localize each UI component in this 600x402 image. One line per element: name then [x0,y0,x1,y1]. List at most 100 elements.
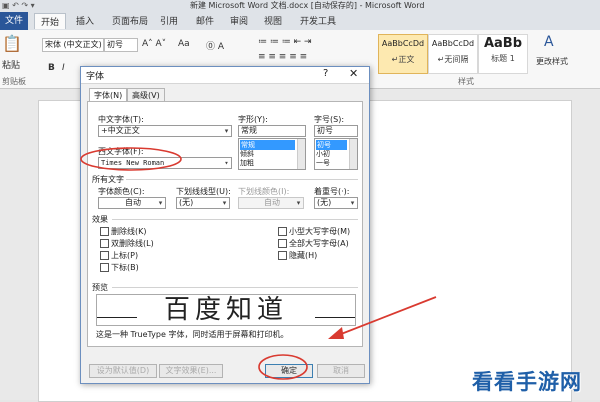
all-caps-label: 全部大写字母(A) [289,239,349,248]
change-case-icon[interactable]: Aa [178,39,190,49]
emphasis-label: 着重号(·): [314,187,350,196]
clipboard-group-label: 剪贴板 [2,77,26,86]
ribbon-tab-bar: 文件 开始 插入 页面布局 引用 邮件 审阅 视图 开发工具 [0,12,600,31]
west-font-label: 西文字体(F): [98,147,144,156]
font-color-select[interactable]: 自动 ▾ [98,197,166,209]
west-font-value: Times New Roman [101,159,165,167]
align-icons[interactable]: ≡ ≡ ≡ ≡ ≡ [258,52,307,62]
list-item[interactable]: 加粗 [240,158,254,168]
style-sample: AaBb [483,36,523,51]
double-strikethrough-checkbox[interactable] [100,239,109,248]
style-name: ↵无间隔 [437,55,469,64]
close-icon[interactable]: ✕ [349,67,358,80]
preview-label: 预览 [92,283,108,292]
preview-box: 百度知道 [96,294,356,326]
grow-font-icon[interactable]: A˄ A˅ [142,39,166,49]
effects-label: 效果 [92,215,108,224]
double-strikethrough-label: 双删除线(L) [111,239,154,248]
tab-review[interactable]: 审阅 [230,14,248,27]
font-color-value: 自动 [125,198,141,207]
divider [126,179,358,180]
underline-color-value: 自动 [264,198,280,207]
subscript-checkbox[interactable] [100,263,109,272]
ok-button[interactable]: 确定 [265,364,313,378]
text-effects-button[interactable]: 文字效果(E)... [159,364,223,378]
italic-button[interactable]: I [62,63,65,73]
all-caps-checkbox[interactable] [278,239,287,248]
underline-type-select[interactable]: (无) ▾ [176,197,230,209]
style-listbox[interactable]: 常规 倾斜 加粗 [238,138,306,170]
chevron-down-icon: ▾ [222,199,227,207]
cancel-button[interactable]: 取消 [317,364,365,378]
underline-color-select: 自动 ▾ [238,197,304,209]
superscript-label: 上标(P) [111,251,139,260]
font-name-box[interactable]: 宋体 (中文正文) [42,38,104,52]
style-label: 字形(Y): [238,115,268,124]
list-item[interactable]: 一号 [316,158,330,168]
dialog-title: 字体 [86,72,105,82]
font-tab-panel: 中文字体(T): +中文正文 ▾ 字形(Y): 常规 常规 倾斜 加粗 字号(S… [87,101,363,347]
cn-font-value: +中文正文 [101,126,140,135]
phonetic-icon[interactable]: ⓪ A [206,39,224,52]
style-sample: AaBbCcDd [431,39,475,48]
hidden-checkbox[interactable] [278,251,287,260]
small-caps-label: 小型大写字母(M) [289,227,351,236]
chevron-down-icon: ▾ [224,159,229,167]
all-text-label: 所有文字 [92,175,124,184]
emphasis-value: (无) [317,198,332,207]
cn-font-label: 中文字体(T): [98,115,144,124]
window-title: 新建 Microsoft Word 文档.docx [自动保存的] - Micr… [190,1,425,10]
scrollbar[interactable] [349,139,357,169]
chevron-down-icon: ▾ [158,199,163,207]
tab-file[interactable]: 文件 [0,12,28,30]
set-default-button[interactable]: 设为默认值(D) [89,364,157,378]
title-bar: ▣ ↶ ↷ ▾ 新建 Microsoft Word 文档.docx [自动保存的… [0,0,600,12]
tab-home[interactable]: 开始 [34,13,67,29]
style-input[interactable]: 常规 [238,125,306,137]
style-heading-1[interactable]: AaBb 标题 1 [478,34,528,74]
change-styles-button[interactable]: 更改样式 [536,56,568,67]
quick-access-toolbar[interactable]: ▣ ↶ ↷ ▾ [2,1,35,10]
paste-button[interactable]: 粘贴 [2,58,20,71]
font-color-label: 字体颜色(C): [98,187,145,196]
truetype-note: 这是一种 TrueType 字体，同时适用于屏幕和打印机。 [96,330,289,339]
tab-developer[interactable]: 开发工具 [300,14,336,27]
small-caps-checkbox[interactable] [278,227,287,236]
divider [112,219,358,220]
west-font-select[interactable]: Times New Roman ▾ [98,157,232,169]
dialog-title-bar: 字体 ? ✕ [81,67,369,84]
watermark-logo: 看看手游网 [472,370,582,394]
bold-button[interactable]: B [48,63,55,73]
style-no-spacing[interactable]: AaBbCcDd ↵无间隔 [428,34,478,74]
cn-font-select[interactable]: +中文正文 ▾ [98,125,232,137]
style-name: 标题 1 [491,54,515,63]
superscript-checkbox[interactable] [100,251,109,260]
scrollbar[interactable] [297,139,305,169]
size-listbox[interactable]: 初号 小初 一号 [314,138,358,170]
size-input[interactable]: 初号 [314,125,358,137]
font-size-box[interactable]: 初号 [104,38,138,52]
tab-mailings[interactable]: 邮件 [196,14,214,27]
underline-color-label: 下划线颜色(I): [238,187,290,196]
help-icon[interactable]: ? [323,68,328,79]
tab-insert[interactable]: 插入 [76,14,94,27]
tab-view[interactable]: 视图 [264,14,282,27]
hidden-label: 隐藏(H) [289,251,318,260]
styles-group-label: 样式 [458,77,474,86]
strikethrough-checkbox[interactable] [100,227,109,236]
underline-type-value: (无) [179,198,194,207]
bullets-icon[interactable]: ≔ ≔ ≔ ⇤ ⇥ [258,37,312,47]
chevron-down-icon: ▾ [350,199,355,207]
paste-icon[interactable]: 📋 [2,34,22,53]
tab-references[interactable]: 引用 [160,14,178,27]
change-styles-icon[interactable]: A [544,34,554,50]
style-name: ↵正文 [391,55,415,64]
tab-page-layout[interactable]: 页面布局 [112,14,148,27]
strikethrough-label: 删除线(K) [111,227,147,236]
style-sample: AaBbCcDd [381,39,425,48]
style-normal[interactable]: AaBbCcDd ↵正文 [378,34,428,74]
divider [112,287,358,288]
preview-text: 百度知道 [163,295,288,325]
emphasis-select[interactable]: (无) ▾ [314,197,358,209]
chevron-down-icon: ▾ [296,199,301,207]
